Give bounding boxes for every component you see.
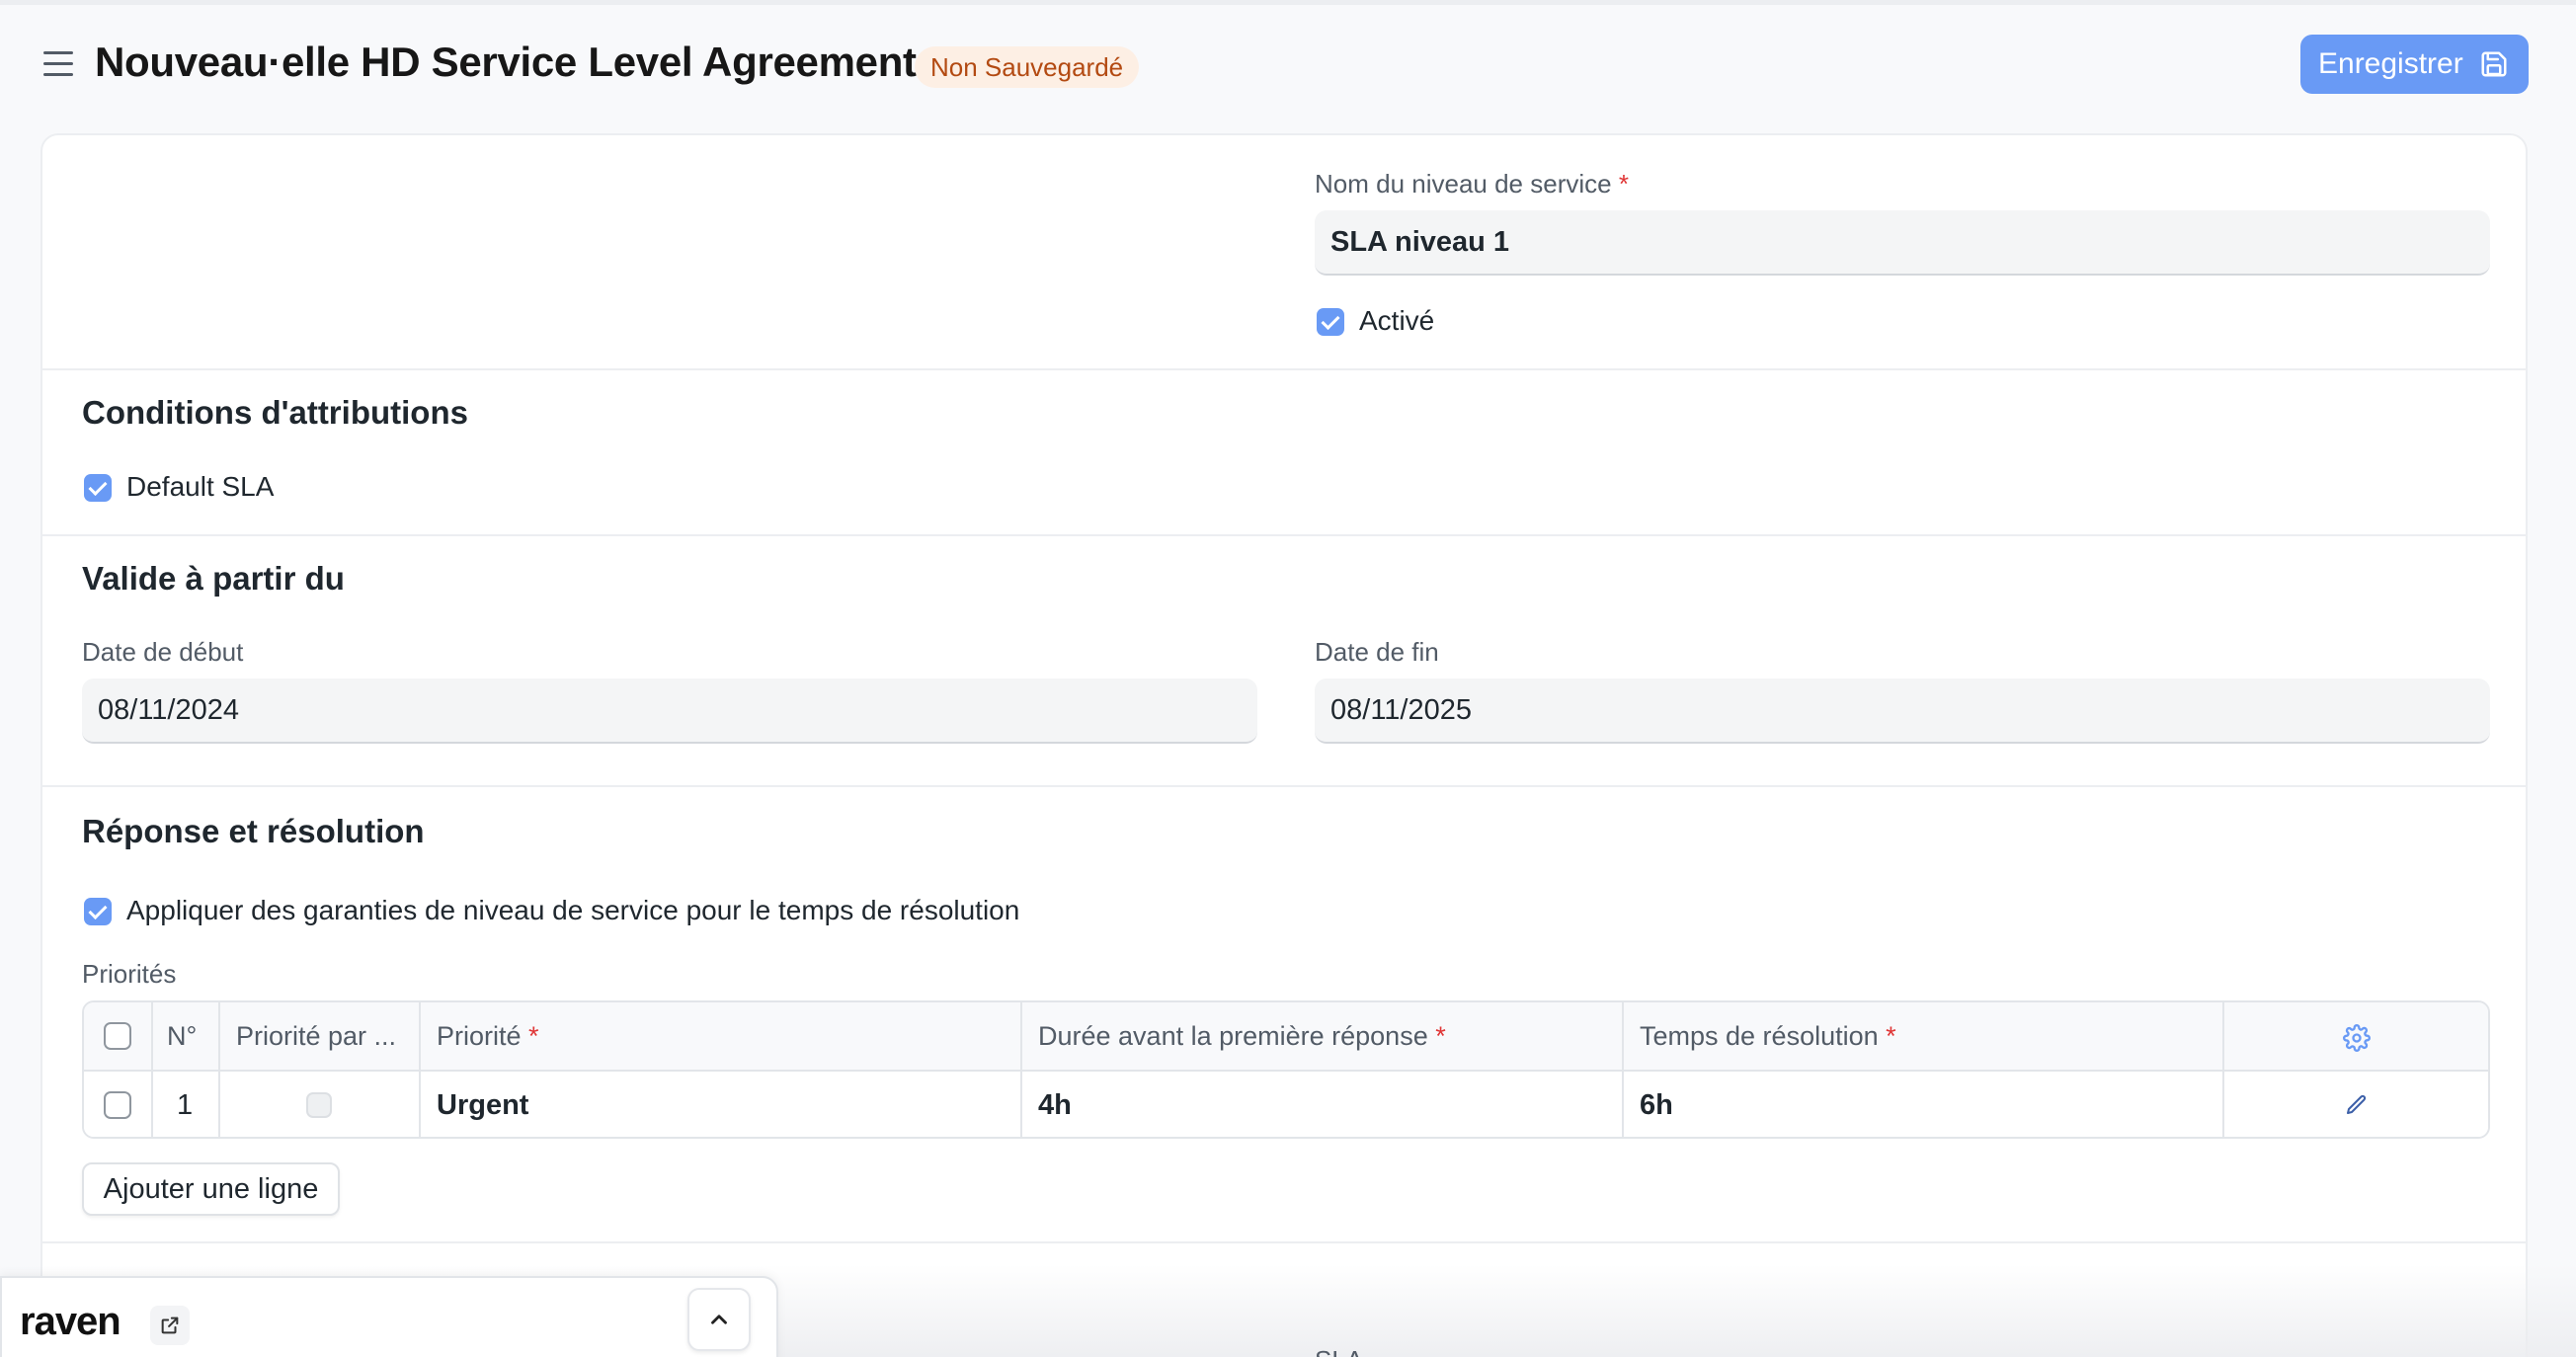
row-first-response: 4h: [1038, 1088, 1072, 1121]
col-first-response: Durée avant la première réponse *: [1038, 1020, 1446, 1051]
apply-sla-label: Appliquer des garanties de niveau de ser…: [126, 895, 1020, 925]
save-icon: [2481, 51, 2507, 77]
priorities-table: N° Priorité par ... Priorité * Durée ava…: [82, 1000, 2490, 1139]
end-date-label: Date de fin: [1315, 637, 1439, 667]
section-validity: Valide à partir du Date de début 08/11/2…: [42, 536, 2526, 787]
start-date-label: Date de début: [82, 637, 244, 667]
raven-widget: raven: [0, 1276, 778, 1357]
service-name-input[interactable]: SLA niveau 1: [1315, 210, 2490, 276]
response-title: Réponse et résolution: [82, 813, 425, 849]
section-conditions: Conditions d'attributions Default SLA: [42, 370, 2526, 536]
start-date-input[interactable]: 08/11/2024: [82, 678, 1257, 744]
default-priority-checkbox[interactable]: [306, 1092, 332, 1118]
col-resolution: Temps de résolution *: [1640, 1020, 1896, 1051]
status-badge: Non Sauvegardé: [915, 46, 1140, 88]
service-name-label: Nom du niveau de service *: [1315, 169, 1629, 199]
select-all-checkbox[interactable]: [104, 1022, 131, 1050]
conditions-title: Conditions d'attributions: [82, 394, 468, 431]
external-link-button[interactable]: [150, 1306, 190, 1345]
row-priority: Urgent: [437, 1088, 529, 1121]
external-link-icon: [161, 1317, 179, 1334]
apply-sla-checkbox[interactable]: [84, 898, 112, 925]
table-row[interactable]: 1 Urgent 4h 6h: [84, 1072, 2488, 1137]
row-resolution: 6h: [1640, 1088, 1673, 1121]
col-no: N°: [167, 1020, 198, 1051]
validity-title: Valide à partir du: [82, 560, 345, 597]
chevron-up-icon: [711, 1315, 727, 1324]
enabled-label: Activé: [1359, 305, 1435, 336]
raven-logo: raven: [20, 1300, 121, 1343]
default-sla-label: Default SLA: [126, 471, 275, 502]
default-sla-checkbox[interactable]: [84, 474, 112, 502]
row-select-checkbox[interactable]: [104, 1091, 131, 1119]
col-default-priority: Priorité par ...: [236, 1020, 397, 1051]
col-priority: Priorité *: [437, 1020, 539, 1051]
page-title: Nouveau·elle HD Service Level Agreement: [95, 39, 917, 85]
table-header: N° Priorité par ... Priorité * Durée ava…: [84, 1002, 2488, 1072]
end-date-input[interactable]: 08/11/2025: [1315, 678, 2490, 744]
menu-icon[interactable]: [43, 51, 73, 79]
save-button[interactable]: Enregistrer: [2300, 35, 2529, 94]
save-button-label: Enregistrer: [2318, 47, 2463, 80]
row-no: 1: [177, 1088, 194, 1121]
next-section-peek: SLA: [1315, 1345, 1363, 1357]
priorities-label: Priorités: [82, 959, 177, 989]
section-service: Nom du niveau de service * SLA niveau 1 …: [42, 135, 2526, 370]
enabled-checkbox[interactable]: [1317, 308, 1344, 336]
add-row-button[interactable]: Ajouter une ligne: [82, 1162, 340, 1216]
page-header: Nouveau·elle HD Service Level Agreement …: [0, 5, 2576, 125]
edit-pencil-icon[interactable]: [2345, 1093, 2369, 1117]
settings-gear-icon[interactable]: [2343, 1024, 2371, 1052]
raven-expand-button[interactable]: [687, 1288, 751, 1351]
form-card: Nom du niveau de service * SLA niveau 1 …: [40, 133, 2528, 1357]
